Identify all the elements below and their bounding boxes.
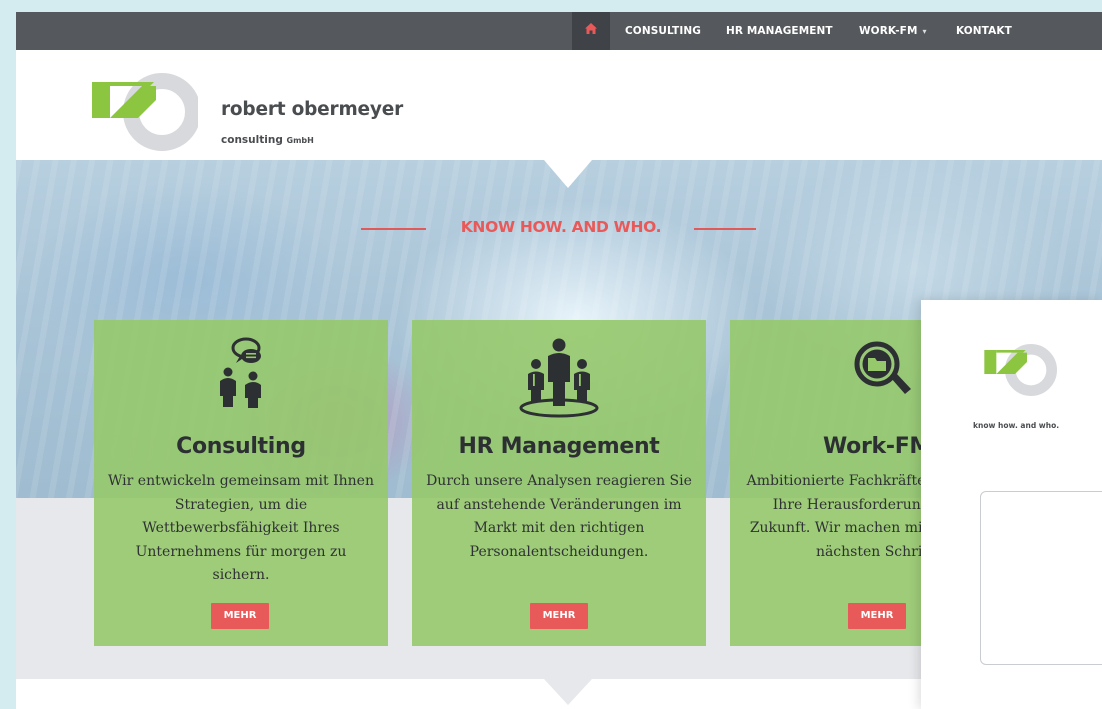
nav-hr-management[interactable]: HR MANAGEMENT <box>726 12 833 50</box>
nav-work-fm[interactable]: WORK-FM ▾ <box>859 12 927 50</box>
nav-work-fm-label: WORK-FM <box>859 25 918 37</box>
logo-icon[interactable] <box>90 64 201 165</box>
nav-hr-management-label: HR MANAGEMENT <box>726 25 833 37</box>
hr-team-icon <box>412 336 706 418</box>
brand-subtitle: consulting GmbH <box>221 134 314 146</box>
site-header: robert obermeyer consulting GmbH <box>16 50 1102 160</box>
overlay-panel: know how. and who. <box>921 300 1102 709</box>
card-description: Wir entwickeln gemeinsam mit Ihnen Strat… <box>108 473 374 583</box>
nav-consulting-label: CONSULTING <box>625 25 701 37</box>
nav-kontakt-label: KONTAKT <box>956 25 1012 37</box>
hero-tagline: KNOW HOW. AND WHO. <box>460 218 662 236</box>
card-title: HR Management <box>458 434 660 459</box>
section-notch-arrow <box>544 679 592 705</box>
brand-subtitle-suffix: GmbH <box>286 136 314 145</box>
brand-name[interactable]: robert obermeyer <box>221 99 403 120</box>
card-description: Durch unsere Analysen reagieren Sie auf … <box>426 473 692 560</box>
home-icon <box>584 22 598 40</box>
consulting-people-speech-icon <box>94 336 388 408</box>
tagline-rule-right <box>694 228 756 230</box>
nav-kontakt[interactable]: KONTAKT <box>956 12 1012 50</box>
brand-subtitle-text: consulting <box>221 134 283 146</box>
work-fm-mehr-button[interactable]: MEHR <box>848 603 906 629</box>
card-title: Consulting <box>176 434 306 459</box>
hero-notch-arrow <box>544 160 592 188</box>
consulting-mehr-button[interactable]: MEHR <box>211 603 269 629</box>
chevron-down-icon: ▾ <box>922 27 927 36</box>
top-navigation: CONSULTING HR MANAGEMENT WORK-FM ▾ KONTAK… <box>16 12 1102 50</box>
tagline-rule-left <box>361 228 426 230</box>
panel-content-box[interactable] <box>980 491 1102 665</box>
hr-management-mehr-button[interactable]: MEHR <box>530 603 588 629</box>
nav-home-link[interactable] <box>572 12 610 50</box>
panel-logo-icon <box>981 338 1057 407</box>
nav-consulting[interactable]: CONSULTING <box>625 12 701 50</box>
panel-tagline: know how. and who. <box>973 421 1060 430</box>
service-card-consulting: Consulting Wir entwickeln gemeinsam mit … <box>94 320 388 646</box>
service-card-hr-management: HR Management Durch unsere Analysen reag… <box>412 320 706 646</box>
